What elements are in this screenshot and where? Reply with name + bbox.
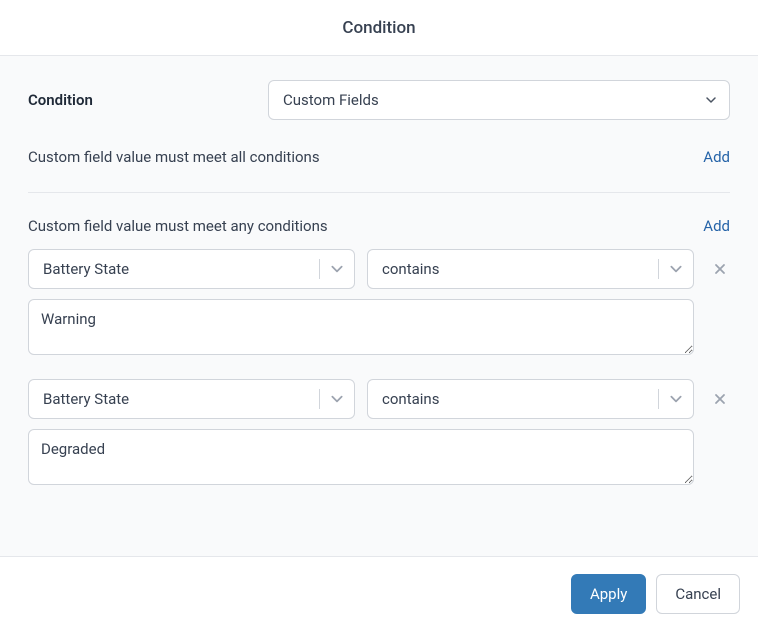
field-select-value: Battery State [43,390,129,408]
select-separator [658,259,659,279]
remove-condition-button[interactable] [710,389,730,409]
field-select-value: Battery State [43,260,129,278]
all-section-header: Custom field value must meet all conditi… [28,148,730,166]
operator-select[interactable]: contains [367,249,694,289]
value-textarea[interactable] [28,429,694,485]
dialog-footer: Apply Cancel [0,556,758,630]
section-divider [28,192,730,193]
close-icon [714,263,726,275]
any-section-header: Custom field value must meet any conditi… [28,217,730,235]
remove-condition-button[interactable] [710,259,730,279]
condition-block: Battery State contains [28,249,730,355]
operator-select-value: contains [382,390,439,408]
condition-select-value: Custom Fields [283,91,379,109]
add-any-condition-button[interactable]: Add [703,217,730,235]
value-textarea[interactable] [28,299,694,355]
condition-row-inputs: Battery State contains [28,249,730,289]
condition-row: Condition Custom Fields [28,80,730,120]
select-separator [319,389,320,409]
dialog-title: Condition [342,18,415,38]
field-select[interactable]: Battery State [28,249,355,289]
close-icon [714,393,726,405]
condition-row-inputs: Battery State contains [28,379,730,419]
all-section-title: Custom field value must meet all conditi… [28,148,320,166]
condition-label: Condition [28,91,268,109]
condition-block: Battery State contains [28,379,730,485]
field-select[interactable]: Battery State [28,379,355,419]
chevron-down-icon [669,392,683,406]
dialog-header: Condition [0,0,758,56]
condition-select-wrapper: Custom Fields [268,80,730,120]
select-separator [319,259,320,279]
apply-button[interactable]: Apply [571,574,646,614]
chevron-down-icon [330,262,344,276]
cancel-button[interactable]: Cancel [656,574,740,614]
add-all-condition-button[interactable]: Add [703,148,730,166]
select-separator [658,389,659,409]
dialog-body: Condition Custom Fields Custom field val… [0,56,758,556]
any-section-title: Custom field value must meet any conditi… [28,217,328,235]
condition-select[interactable]: Custom Fields [268,80,730,120]
chevron-down-icon [330,392,344,406]
chevron-down-icon [705,94,717,106]
operator-select-value: contains [382,260,439,278]
chevron-down-icon [669,262,683,276]
operator-select[interactable]: contains [367,379,694,419]
